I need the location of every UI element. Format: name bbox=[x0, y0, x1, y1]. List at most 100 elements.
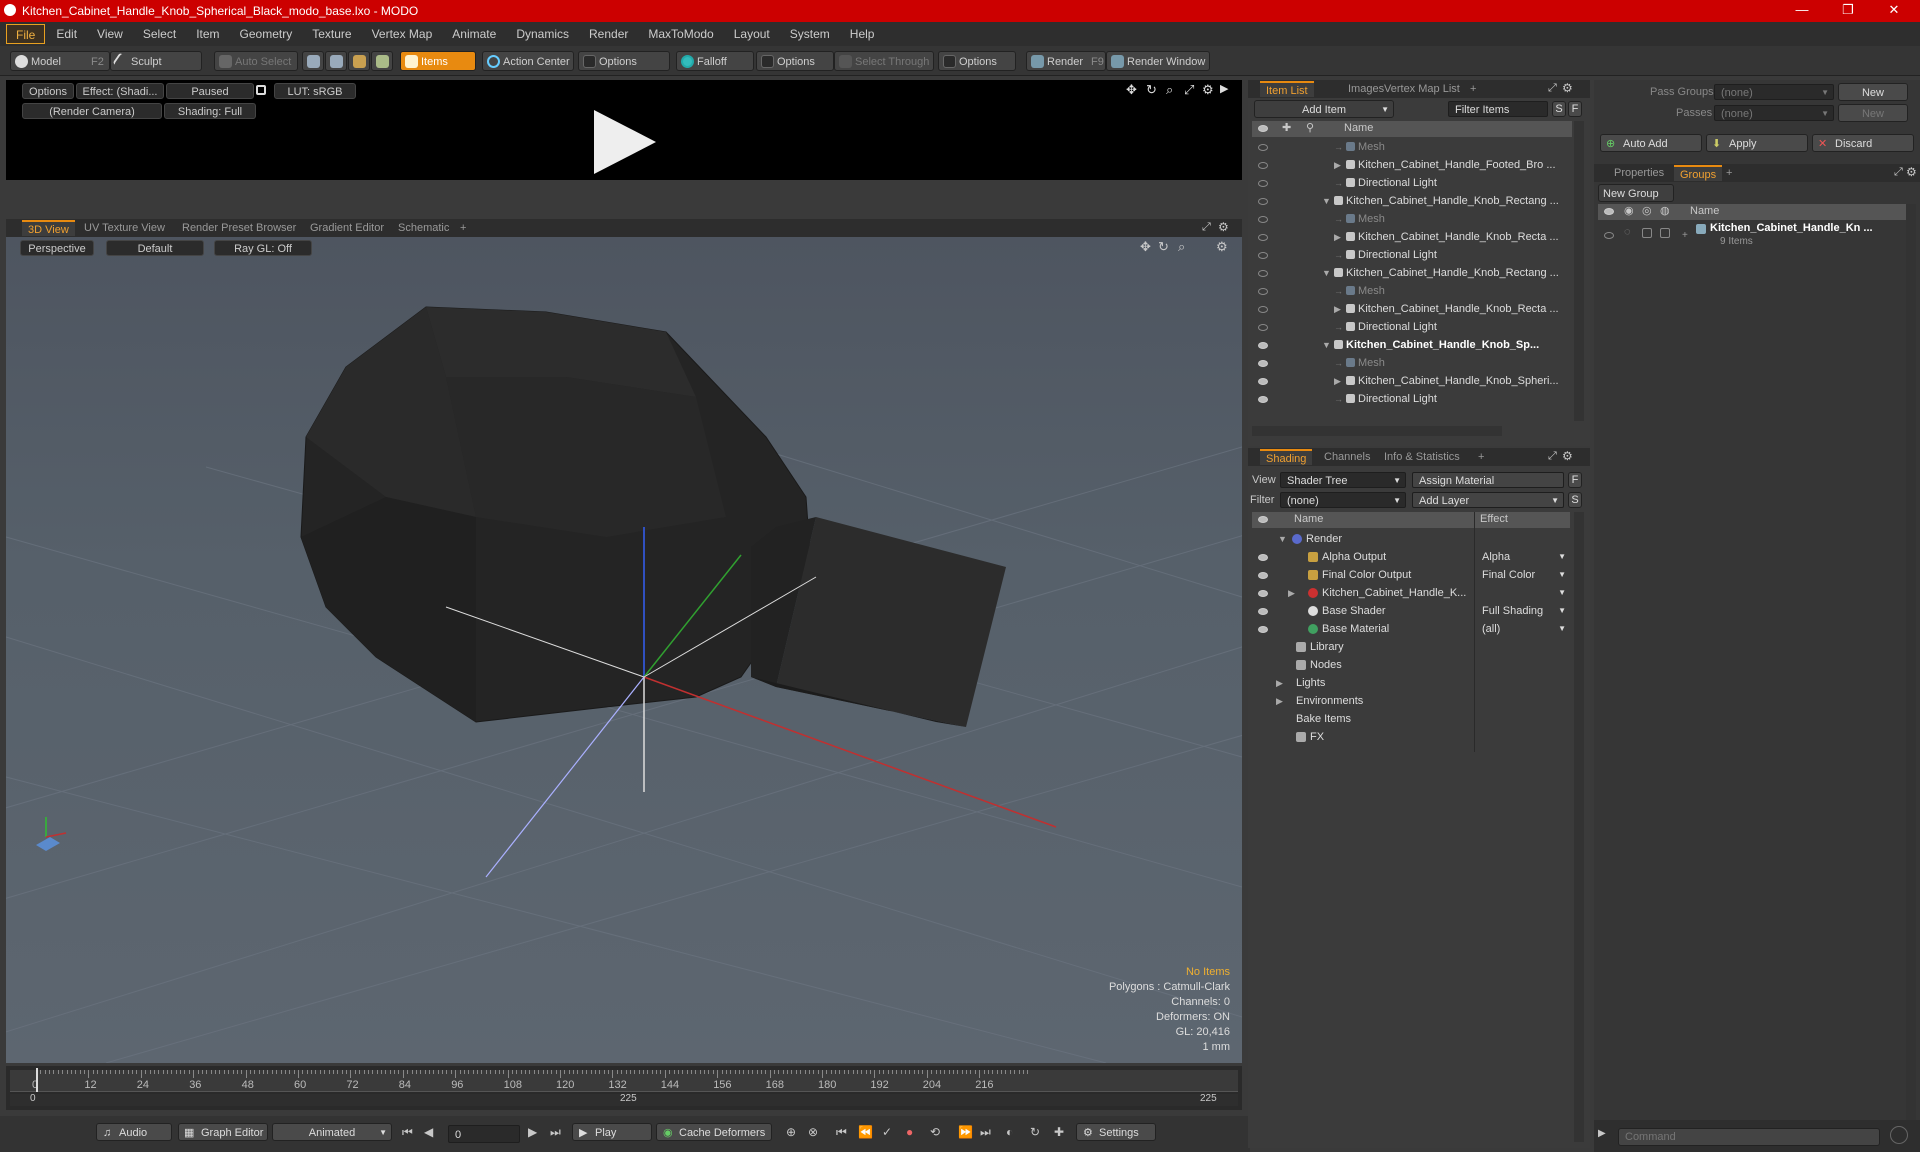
animated-dropdown[interactable]: Animated ▼ bbox=[272, 1123, 392, 1141]
shader-visibility-eye-icon[interactable] bbox=[1258, 590, 1268, 597]
item-list-row[interactable]: → Directional Light bbox=[1252, 174, 1572, 192]
tab-properties[interactable]: Properties bbox=[1608, 165, 1670, 181]
shading-scrollbar[interactable] bbox=[1574, 512, 1584, 1142]
item-list-row[interactable]: ▶ Kitchen_Cabinet_Handle_Knob_Recta ... bbox=[1252, 300, 1572, 318]
group-lock-checkbox[interactable] bbox=[1642, 228, 1652, 238]
plus-key-icon[interactable]: ✚ bbox=[1054, 1125, 1064, 1139]
item-list-row[interactable]: → Directional Light bbox=[1252, 390, 1572, 408]
add-shading-tab-icon[interactable]: + bbox=[1472, 449, 1490, 465]
shading-s-button[interactable]: S bbox=[1568, 492, 1582, 508]
visibility-eye-icon[interactable] bbox=[1258, 180, 1268, 187]
preview-effect-dropdown[interactable]: Effect: (Shadi... bbox=[76, 83, 164, 99]
step-back-icon[interactable]: ◀ bbox=[424, 1125, 433, 1139]
menu-view[interactable]: View bbox=[88, 24, 132, 44]
restore-icon[interactable]: ❐ bbox=[1828, 2, 1868, 18]
visibility-eye-icon[interactable] bbox=[1258, 162, 1268, 169]
go-start-icon[interactable]: ⏮ bbox=[402, 1125, 413, 1140]
visibility-eye-icon[interactable] bbox=[1258, 306, 1268, 313]
close-icon[interactable]: ✕ bbox=[1874, 2, 1914, 18]
filter-items-field[interactable]: Filter Items bbox=[1448, 101, 1548, 117]
falloff-button[interactable]: Falloff bbox=[676, 51, 754, 71]
visibility-eye-icon[interactable] bbox=[1258, 252, 1268, 259]
sync-icon[interactable]: ↻ bbox=[1030, 1125, 1040, 1139]
shading-style-dropdown[interactable]: Default bbox=[106, 240, 204, 256]
shader-visibility-eye-icon[interactable] bbox=[1258, 626, 1268, 633]
item-list-scrollbar[interactable] bbox=[1574, 121, 1584, 421]
tab-groups[interactable]: Groups bbox=[1674, 165, 1723, 181]
item-list-row[interactable]: ▶ Kitchen_Cabinet_Handle_Knob_Spheri... bbox=[1252, 372, 1572, 390]
expand-arrow-icon[interactable]: ▶ bbox=[1334, 372, 1341, 390]
ghost-icon[interactable]: ◐ bbox=[1006, 1125, 1013, 1139]
select-through-options-button[interactable]: Options bbox=[938, 51, 1016, 71]
prev-frame-icon[interactable]: ⏪ bbox=[858, 1125, 873, 1139]
item-list-row[interactable]: ▼ Kitchen_Cabinet_Handle_Knob_Rectang ... bbox=[1252, 264, 1572, 282]
menu-item[interactable]: Item bbox=[187, 24, 228, 44]
tab-vertex-map-list[interactable]: Vertex Map List bbox=[1378, 81, 1466, 97]
shader-visibility-eye-icon[interactable] bbox=[1258, 572, 1268, 579]
group-expand-icon[interactable]: + bbox=[1682, 230, 1688, 241]
render-button[interactable]: Render F9 bbox=[1026, 51, 1106, 71]
add-item-dropdown[interactable]: Add Item ▼ bbox=[1254, 100, 1394, 118]
timeline[interactable]: 0 12 24 36 48 60 72 84 96 108 120 132 144 156 168 180 19… bbox=[6, 1066, 1242, 1110]
add-groups-tab-icon[interactable]: + bbox=[1720, 165, 1738, 181]
tab-gradient-editor[interactable]: Gradient Editor bbox=[304, 220, 390, 236]
menu-geometry[interactable]: Geometry bbox=[231, 24, 302, 44]
collapse-arrow-icon[interactable]: ▼ bbox=[1322, 336, 1331, 354]
item-list-row[interactable]: ▼ Kitchen_Cabinet_Handle_Knob_Sp... bbox=[1252, 336, 1572, 354]
menu-texture[interactable]: Texture bbox=[303, 24, 360, 44]
expand-arrow-icon[interactable]: ▶ bbox=[1288, 584, 1295, 602]
menu-vertex-map[interactable]: Vertex Map bbox=[363, 24, 442, 44]
visibility-eye-icon[interactable] bbox=[1258, 198, 1268, 205]
menu-file[interactable]: File bbox=[6, 24, 46, 44]
viewport-rotate-icon[interactable]: ↻ bbox=[1158, 239, 1169, 255]
select-through-button[interactable]: Select Through bbox=[834, 51, 934, 71]
menu-select[interactable]: Select bbox=[134, 24, 185, 44]
zoom-icon[interactable]: ⌕ bbox=[1166, 82, 1173, 98]
tab-item-list[interactable]: Item List bbox=[1260, 81, 1314, 97]
preview-options-button[interactable]: Options bbox=[22, 83, 74, 99]
shader-tree-row[interactable]: FX bbox=[1252, 728, 1570, 746]
tab-info-statistics[interactable]: Info & Statistics bbox=[1378, 449, 1466, 465]
item-list-row[interactable]: ▶ Kitchen_Cabinet_Handle_Footed_Bro ... bbox=[1252, 156, 1572, 174]
play-icon[interactable] bbox=[590, 108, 658, 176]
item-list-row[interactable]: → Directional Light bbox=[1252, 318, 1572, 336]
expand-arrow-icon[interactable]: ▶ bbox=[1220, 82, 1228, 95]
menu-help[interactable]: Help bbox=[841, 24, 884, 44]
shader-visibility-eye-icon[interactable] bbox=[1258, 554, 1268, 561]
tab-shading[interactable]: Shading bbox=[1260, 449, 1313, 465]
view-dropdown[interactable]: Shader Tree ▼ bbox=[1280, 472, 1406, 488]
playhead[interactable] bbox=[36, 1068, 38, 1092]
item-list-row[interactable]: ▼ Kitchen_Cabinet_Handle_Knob_Rectang ... bbox=[1252, 192, 1572, 210]
menu-layout[interactable]: Layout bbox=[725, 24, 779, 44]
viewport-gear-icon[interactable]: ⚙ bbox=[1218, 220, 1229, 234]
shader-effect-dropdown[interactable]: Alpha ▼ bbox=[1478, 548, 1568, 566]
prev-key-icon[interactable]: ⏮ bbox=[836, 1125, 847, 1140]
group-select-checkbox[interactable] bbox=[1660, 228, 1670, 238]
lock-icon[interactable] bbox=[256, 85, 266, 95]
apply-button[interactable]: ⬇ Apply bbox=[1706, 134, 1808, 152]
expand-arrow-icon[interactable]: ▶ bbox=[1334, 300, 1341, 318]
shader-tree-row[interactable]: ▶ Environments bbox=[1252, 692, 1570, 710]
menu-dynamics[interactable]: Dynamics bbox=[507, 24, 578, 44]
record-icon[interactable]: ● bbox=[906, 1125, 913, 1139]
minimize-icon[interactable]: — bbox=[1782, 2, 1822, 17]
preview-shading-dropdown[interactable]: Shading: Full bbox=[164, 103, 256, 119]
visibility-eye-icon[interactable] bbox=[1258, 342, 1268, 349]
rotate-icon[interactable]: ↻ bbox=[1146, 82, 1157, 98]
menu-maxtomodo[interactable]: MaxToModo bbox=[639, 24, 722, 44]
add-panel-tab-icon[interactable]: + bbox=[1464, 81, 1482, 97]
timeline-ruler[interactable]: 0122436486072849610812013214415616818019… bbox=[10, 1070, 1238, 1092]
menu-render[interactable]: Render bbox=[580, 24, 637, 44]
shader-effect-dropdown[interactable]: Final Color ▼ bbox=[1478, 566, 1568, 584]
new-pass-button[interactable]: New bbox=[1838, 104, 1908, 122]
add-layer-dropdown[interactable]: Add Layer ▼ bbox=[1412, 492, 1564, 508]
assign-material-button[interactable]: Assign Material bbox=[1412, 472, 1564, 488]
item-list-row[interactable]: → Mesh bbox=[1252, 282, 1572, 300]
visibility-eye-icon[interactable] bbox=[1258, 270, 1268, 277]
viewport-pan-icon[interactable]: ✥ bbox=[1140, 239, 1151, 255]
menu-system[interactable]: System bbox=[781, 24, 839, 44]
shading-maximize-icon[interactable]: ⤢ bbox=[1548, 450, 1557, 463]
collapse-arrow-icon[interactable]: ▼ bbox=[1278, 530, 1287, 548]
gear-icon[interactable]: ⚙ bbox=[1202, 82, 1214, 98]
render-window-button[interactable]: Render Window bbox=[1106, 51, 1210, 71]
